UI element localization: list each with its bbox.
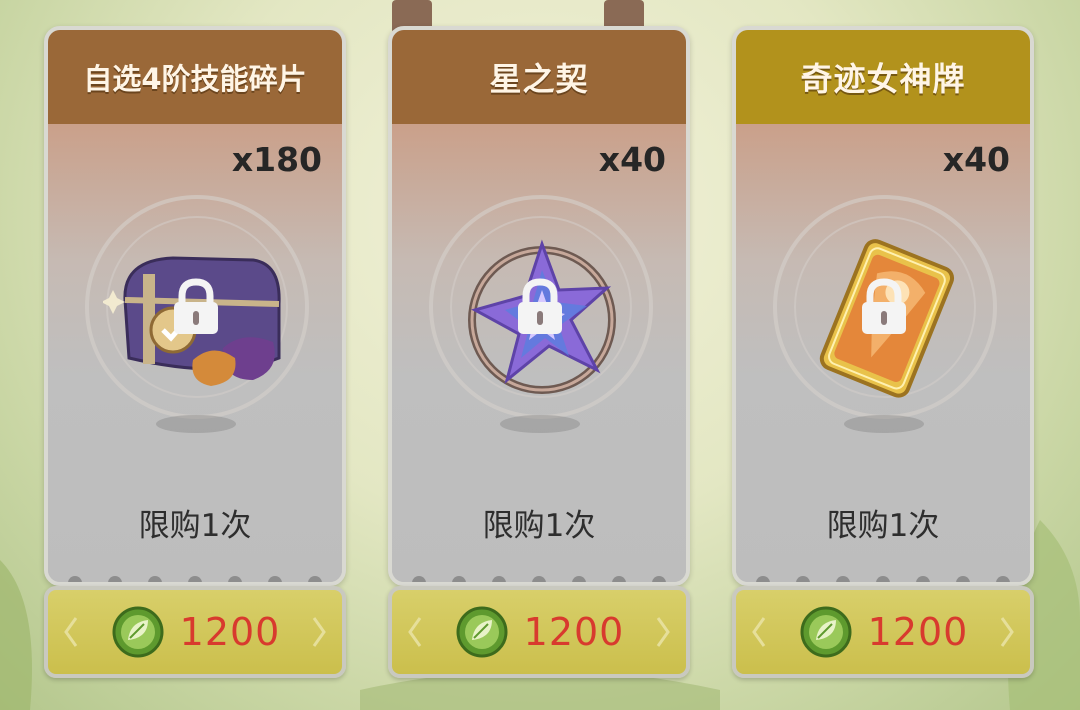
card-title-bar: 奇迹女神牌 [736,30,1030,124]
chevron-left-decoration [752,617,766,647]
chevron-right-decoration [1000,617,1014,647]
lock-icon [518,278,562,334]
lock-icon [174,278,218,334]
card-frame: 星之契 x40 限购1次 [388,26,690,586]
purchase-limit-label: 限购1次 [482,508,596,544]
card-title: 自选4阶技能碎片 [83,62,307,96]
leaf-coin-icon [800,606,852,658]
card-title: 星之契 [489,60,589,98]
ticket-perforation [412,576,666,582]
card-title: 奇迹女神牌 [800,60,966,98]
chevron-right-decoration [312,617,326,647]
shop-card-star-contract[interactable]: 星之契 x40 限购1次 1200 [388,26,690,678]
card-frame: 自选4阶技能碎片 x180 限购1次 [44,26,346,586]
shop-card-skill-fragment[interactable]: 自选4阶技能碎片 x180 限购1次 1200 [44,26,346,678]
chevron-left-decoration [64,617,78,647]
item-shadow [500,415,580,433]
shop-card-miracle-goddess-card[interactable]: 奇迹女神牌 x40 限购1次 1200 [732,26,1034,678]
buy-button[interactable]: 1200 [732,586,1034,678]
item-quantity: x180 [231,140,322,179]
item-quantity: x40 [942,140,1010,179]
price-value: 1200 [179,610,281,654]
buy-button[interactable]: 1200 [44,586,346,678]
item-shadow [156,415,236,433]
item-shadow [844,415,924,433]
purchase-limit-label: 限购1次 [138,508,252,544]
card-title-bar: 星之契 [392,30,686,124]
chevron-left-decoration [408,617,422,647]
leaf-coin-icon [112,606,164,658]
item-quantity: x40 [598,140,666,179]
card-title-bar: 自选4阶技能碎片 [48,30,342,124]
price-value: 1200 [523,610,625,654]
ticket-perforation [756,576,1010,582]
purchase-limit-label: 限购1次 [826,508,940,544]
price-value: 1200 [867,610,969,654]
chevron-right-decoration [656,617,670,647]
lock-icon [862,278,906,334]
leaf-coin-icon [456,606,508,658]
ticket-perforation [68,576,322,582]
buy-button[interactable]: 1200 [388,586,690,678]
card-frame: 奇迹女神牌 x40 限购1次 [732,26,1034,586]
